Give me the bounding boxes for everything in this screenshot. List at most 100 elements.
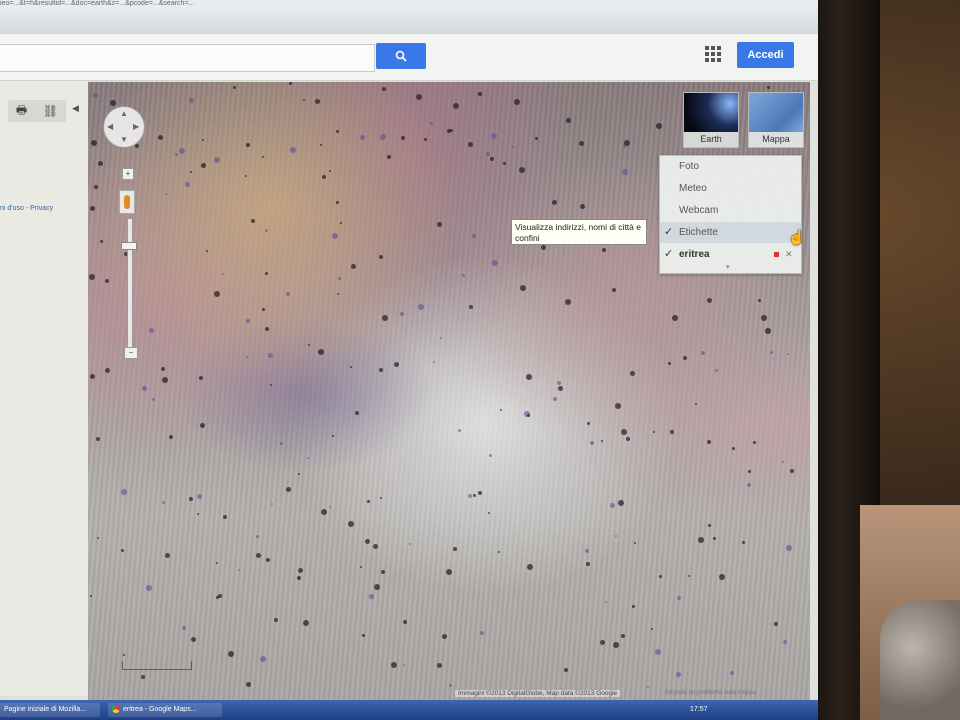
terrain-speck — [626, 437, 630, 441]
terrain-speck — [557, 381, 561, 385]
terrain-speck — [403, 664, 405, 666]
terrain-speck — [659, 575, 662, 578]
terrain-speck — [767, 86, 770, 89]
terrain-speck — [308, 344, 310, 346]
terrain-speck — [491, 133, 497, 139]
search-button[interactable] — [376, 43, 426, 69]
terrain-speck — [286, 487, 291, 492]
terrain-speck — [202, 139, 204, 141]
taskbar-item-label: eritrea - Google Maps... — [123, 706, 197, 713]
link-icon[interactable]: ⛓ — [43, 104, 58, 118]
zoom-slider-handle[interactable] — [121, 242, 137, 250]
terrain-speck — [403, 620, 407, 624]
zoom-in-button[interactable]: + — [122, 168, 134, 180]
chevron-down-icon[interactable]: ▾ — [726, 263, 730, 271]
terrain-speck — [274, 618, 278, 622]
terrain-speck — [786, 545, 792, 551]
print-icon[interactable]: 🖶 — [16, 101, 27, 122]
terrain-speck — [262, 156, 264, 158]
terrain-speck — [121, 549, 124, 552]
terrain-speck — [197, 494, 202, 499]
map-type-earth[interactable]: Earth — [683, 92, 739, 148]
apps-grid-icon[interactable] — [705, 46, 721, 62]
collapse-panel-icon[interactable]: ◀ — [72, 103, 79, 114]
terrain-speck — [655, 649, 661, 655]
terrain-speck — [200, 423, 205, 428]
terrain-speck — [332, 233, 338, 239]
zoom-out-button[interactable]: − — [124, 347, 138, 359]
terrain-speck — [360, 566, 362, 568]
taskbar-item[interactable]: Pagine iniziale di Mozilla... — [0, 703, 100, 717]
terrain-speck — [165, 193, 167, 195]
pegman-icon[interactable] — [119, 190, 135, 214]
terrain-speck — [590, 441, 594, 445]
terrain-speck — [185, 182, 190, 187]
terrain-speck — [329, 170, 331, 172]
terrain-speck — [162, 501, 165, 504]
terrain-speck — [701, 351, 705, 355]
terrain-speck — [380, 497, 382, 499]
taskbar: Pagine iniziale di Mozilla... eritrea - … — [0, 700, 818, 720]
terrain-speck — [770, 351, 773, 354]
pan-up-icon[interactable]: ▲ — [120, 109, 128, 118]
chrome-icon — [112, 705, 120, 714]
terrain-speck — [748, 470, 751, 473]
terrain-speck — [91, 140, 97, 146]
terrain-speck — [527, 564, 533, 570]
pan-down-icon[interactable]: ▼ — [120, 135, 128, 144]
terrain-speck — [365, 539, 370, 544]
terrain-speck — [761, 315, 767, 321]
layer-item-foto[interactable]: Foto — [660, 156, 801, 177]
terrain-speck — [161, 367, 165, 371]
signin-button[interactable]: Accedi — [737, 42, 794, 68]
terrain-speck — [246, 143, 250, 147]
terrain-speck — [478, 92, 482, 96]
terrain-speck — [512, 146, 514, 148]
terrain-speck — [146, 585, 152, 591]
zoom-slider[interactable] — [127, 218, 133, 355]
map-type-map[interactable]: Mappa — [748, 92, 804, 148]
terrain-speck — [535, 137, 538, 140]
terms-privacy-links[interactable]: ni d'uso - Privacy — [0, 205, 53, 212]
terrain-speck — [381, 570, 385, 574]
layer-color-icon — [774, 252, 779, 257]
terrain-speck — [462, 274, 465, 277]
terrain-speck — [630, 371, 635, 376]
terrain-speck — [280, 442, 283, 445]
close-icon[interactable]: ✕ — [785, 244, 793, 265]
taskbar-item[interactable]: eritrea - Google Maps... — [108, 703, 222, 717]
pan-left-icon[interactable]: ◀ — [107, 122, 113, 131]
terrain-speck — [618, 500, 624, 506]
pan-right-icon[interactable]: ▶ — [133, 122, 139, 131]
layer-item-webcam[interactable]: Webcam — [660, 200, 801, 221]
layer-item-eritrea[interactable]: ✓ eritrea ✕ — [660, 244, 801, 265]
search-input[interactable] — [0, 44, 375, 72]
terrain-speck — [142, 386, 147, 391]
terrain-speck — [469, 305, 473, 309]
terrain-speck — [298, 473, 300, 475]
pan-control[interactable]: ▲ ▼ ◀ ▶ — [103, 106, 145, 148]
report-problem-link[interactable]: Segnala un problema sulla mappa — [665, 690, 756, 696]
terrain-speck — [394, 362, 399, 367]
layer-item-meteo[interactable]: Meteo — [660, 178, 801, 199]
terrain-speck — [708, 524, 711, 527]
terrain-speck — [105, 279, 109, 283]
terrain-speck — [707, 440, 711, 444]
terrain-speck — [430, 122, 433, 125]
layer-label: Meteo — [679, 183, 707, 194]
terrain-speck — [416, 94, 422, 100]
terrain-speck — [586, 562, 590, 566]
terrain-speck — [387, 155, 391, 159]
hand-cursor-icon: ☝ — [788, 229, 806, 245]
terrain-speck — [169, 435, 173, 439]
terrain-speck — [492, 260, 498, 266]
layer-item-etichette[interactable]: ✓ Etichette — [660, 222, 801, 243]
terrain-speck — [742, 541, 745, 544]
terrain-speck — [437, 663, 442, 668]
layers-menu: Foto Meteo Webcam ✓ Etichette ✓ eritrea … — [659, 155, 802, 274]
terrain-speck — [246, 356, 248, 358]
terrain-speck — [672, 315, 678, 321]
terrain-speck — [400, 312, 404, 316]
terrain-speck — [245, 175, 247, 177]
layer-label: Foto — [679, 161, 700, 172]
